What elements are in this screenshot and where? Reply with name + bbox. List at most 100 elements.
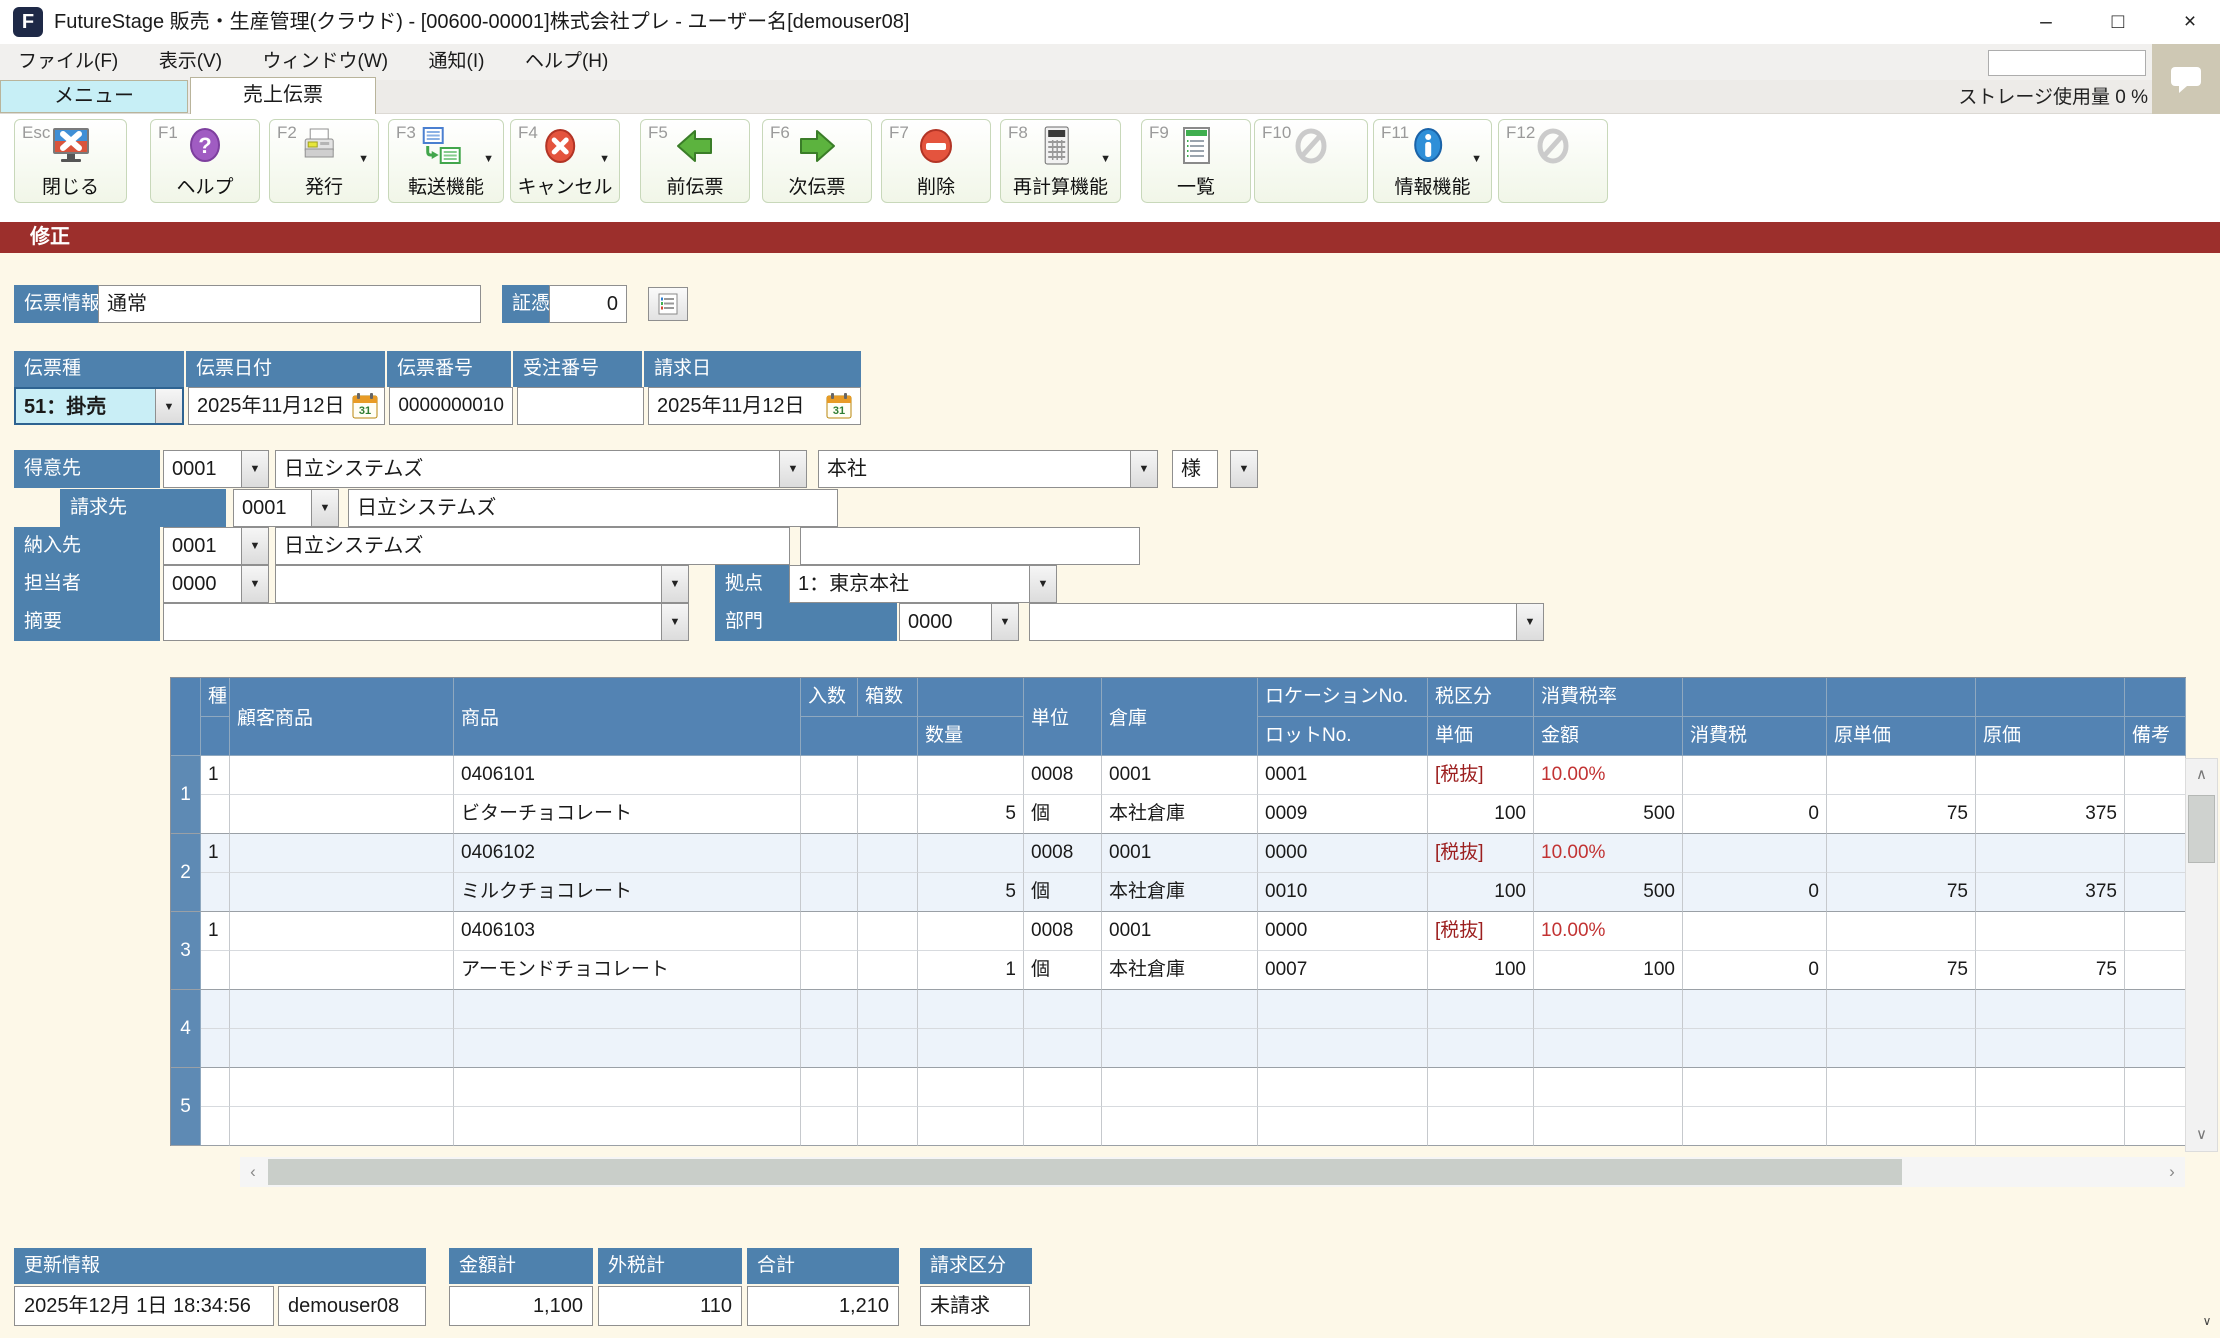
cell-blank[interactable] [1827, 912, 1976, 951]
dropdown-arrow-icon[interactable]: ▼ [599, 153, 610, 165]
cell-blank[interactable] [1683, 990, 1827, 1029]
prev-slip-button[interactable]: F5 前伝票 [640, 119, 750, 203]
cell-location-no[interactable] [1258, 1068, 1428, 1107]
table-horizontal-scrollbar[interactable]: ‹ › [240, 1157, 2185, 1187]
cell-qty-per-box[interactable] [801, 912, 858, 951]
department-name-select[interactable] [1029, 603, 1544, 641]
cell-tax-class[interactable] [1428, 1068, 1534, 1107]
cell-item-code[interactable]: 0406102 [454, 834, 801, 873]
cell-lot-no[interactable]: 0010 [1258, 873, 1428, 912]
cell-blank[interactable] [1683, 912, 1827, 951]
cell-cost-unit-price[interactable]: 75 [1827, 951, 1976, 990]
cell-blank[interactable] [918, 912, 1024, 951]
cell-blank[interactable] [1827, 834, 1976, 873]
scroll-left-icon[interactable]: ‹ [240, 1157, 266, 1187]
cell-blank[interactable] [2125, 1068, 2186, 1107]
cell-item-code[interactable] [454, 990, 801, 1029]
dropdown-arrow-icon[interactable]: ▼ [1471, 153, 1482, 165]
cell-item-name[interactable]: ビターチョコレート [454, 795, 801, 834]
cell-boxes[interactable] [858, 990, 918, 1029]
cell-item-code[interactable]: 0406101 [454, 756, 801, 795]
cell-blank[interactable] [230, 1107, 454, 1146]
close-button[interactable]: × [2166, 0, 2214, 44]
dropdown-button[interactable] [991, 604, 1018, 640]
cell-unit-code[interactable]: 0008 [1024, 756, 1102, 795]
cell-lot-no[interactable] [1258, 1107, 1428, 1146]
cell-lot-no[interactable]: 0007 [1258, 951, 1428, 990]
cell-blank[interactable] [858, 1029, 918, 1068]
slip-type-select[interactable]: 51：掛売 [14, 387, 184, 425]
notification-corner[interactable] [2152, 44, 2220, 114]
close-form-button[interactable]: Esc 閉じる [14, 119, 127, 203]
cell-type[interactable] [201, 1068, 230, 1107]
cell-type[interactable]: 1 [201, 912, 230, 951]
cell-boxes[interactable] [858, 1068, 918, 1107]
dropdown-arrow-icon[interactable]: ▼ [483, 153, 494, 165]
billing-to-code-select[interactable]: 0001 [233, 489, 339, 527]
cell-blank[interactable] [1976, 912, 2125, 951]
dropdown-button[interactable] [241, 451, 268, 487]
scrollbar-thumb[interactable] [2188, 795, 2215, 863]
cell-blank[interactable] [230, 951, 454, 990]
cell-warehouse-code[interactable]: 0001 [1102, 756, 1258, 795]
menu-notify[interactable]: 通知(I) [411, 44, 503, 80]
dropdown-button[interactable] [155, 389, 182, 423]
cell-customer-item[interactable] [230, 990, 454, 1029]
help-button[interactable]: F1 ? ヘルプ [150, 119, 260, 203]
cell-qty[interactable]: 1 [918, 951, 1024, 990]
row-number[interactable]: 4 [171, 990, 201, 1068]
cell-tax-rate[interactable]: 10.00% [1534, 912, 1683, 951]
row-number[interactable]: 5 [171, 1068, 201, 1146]
cell-customer-item[interactable] [230, 756, 454, 795]
cell-tax-rate[interactable]: 10.00% [1534, 756, 1683, 795]
cell-cost-unit-price[interactable]: 75 [1827, 795, 1976, 834]
cell-cost-unit-price[interactable] [1827, 1029, 1976, 1068]
list-button[interactable]: F9 一覧 [1141, 119, 1251, 203]
delete-button[interactable]: F7 削除 [881, 119, 991, 203]
cell-blank[interactable] [201, 1029, 230, 1068]
calendar-button[interactable]: 31 [350, 390, 380, 422]
cell-note[interactable] [2125, 951, 2186, 990]
staff-code-select[interactable]: 0000 [163, 565, 269, 603]
cell-unit-price[interactable]: 100 [1428, 873, 1534, 912]
cell-unit-price[interactable] [1428, 1029, 1534, 1068]
cell-cost-unit-price[interactable] [1827, 1107, 1976, 1146]
cell-tax-rate[interactable]: 10.00% [1534, 834, 1683, 873]
cell-item-name[interactable]: ミルクチョコレート [454, 873, 801, 912]
cell-blank[interactable] [801, 1029, 858, 1068]
cell-blank[interactable] [1827, 756, 1976, 795]
honorific-dropdown-button[interactable] [1230, 450, 1258, 488]
cell-customer-item[interactable] [230, 912, 454, 951]
delivery-to-name-field[interactable]: 日立システムズ [275, 527, 790, 565]
staff-name-select[interactable] [275, 565, 689, 603]
cell-item-code[interactable]: 0406103 [454, 912, 801, 951]
dropdown-button[interactable] [311, 490, 338, 526]
dropdown-button[interactable] [1029, 566, 1056, 602]
cell-blank[interactable] [918, 1068, 1024, 1107]
cell-blank[interactable] [801, 873, 858, 912]
cell-unit[interactable]: 個 [1024, 795, 1102, 834]
cell-warehouse-code[interactable] [1102, 990, 1258, 1029]
cell-lot-no[interactable] [1258, 1029, 1428, 1068]
cell-blank[interactable] [858, 951, 918, 990]
cell-unit-price[interactable] [1428, 1107, 1534, 1146]
cell-location-no[interactable]: 0000 [1258, 834, 1428, 873]
next-slip-button[interactable]: F6 次伝票 [762, 119, 872, 203]
dropdown-button[interactable] [241, 566, 268, 602]
cell-blank[interactable] [1827, 1068, 1976, 1107]
cell-boxes[interactable] [858, 912, 918, 951]
cell-location-no[interactable] [1258, 990, 1428, 1029]
cell-qty[interactable]: 5 [918, 873, 1024, 912]
cell-blank[interactable] [230, 873, 454, 912]
cell-cost[interactable]: 75 [1976, 951, 2125, 990]
cell-cost[interactable] [1976, 1029, 2125, 1068]
cell-qty-per-box[interactable] [801, 1068, 858, 1107]
cell-unit[interactable]: 個 [1024, 951, 1102, 990]
order-no-field[interactable] [517, 387, 644, 425]
cell-cost[interactable] [1976, 1107, 2125, 1146]
cell-blank[interactable] [1683, 756, 1827, 795]
cell-blank[interactable] [918, 834, 1024, 873]
cell-warehouse[interactable] [1102, 1029, 1258, 1068]
cell-warehouse-code[interactable]: 0001 [1102, 912, 1258, 951]
cell-unit-code[interactable] [1024, 1068, 1102, 1107]
